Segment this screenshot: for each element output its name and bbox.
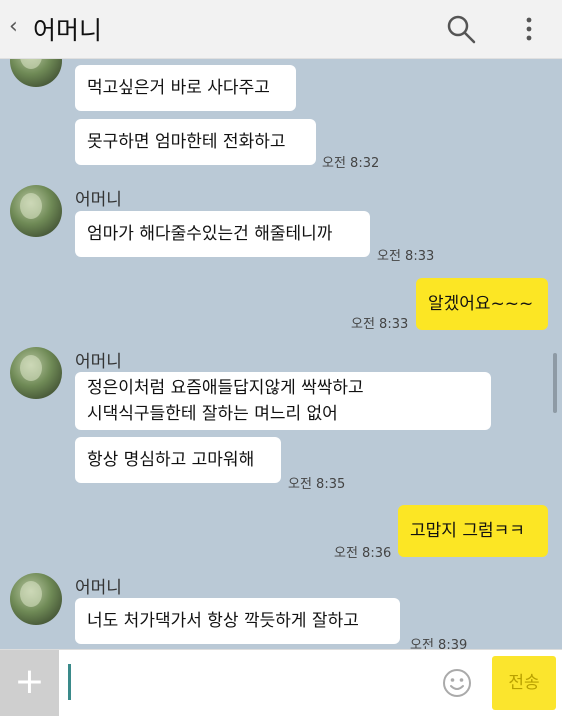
message-bubble[interactable]: 엄마가 해다줄수있는건 해줄테니까 <box>75 211 370 257</box>
message-input-cursor[interactable] <box>68 664 71 700</box>
message-time: 오전 8:35 <box>288 477 346 492</box>
contact-avatar[interactable] <box>10 573 62 625</box>
message-bubble[interactable]: 못구하면 엄마한테 전화하고 <box>75 119 316 165</box>
sender-name: 어머니 <box>75 352 122 372</box>
message-line: 정은이처럼 요즘애들답지않게 싹싹하고 <box>87 378 364 398</box>
my-message-bubble[interactable]: 알겠어요~~~ <box>416 278 548 330</box>
message-bubble[interactable]: 먹고싶은거 바로 사다주고 <box>75 65 296 111</box>
message-time: 오전 8:36 <box>334 546 392 561</box>
emoji-icon[interactable] <box>442 668 472 698</box>
message-line: 시댁식구들한테 잘하는 며느리 없어 <box>87 404 338 424</box>
more-options-icon[interactable] <box>519 14 539 44</box>
contact-avatar[interactable] <box>10 185 62 237</box>
chat-header: ‹ 어머니 <box>0 0 562 59</box>
message-bubble[interactable]: 정은이처럼 요즘애들답지않게 싹싹하고 시댁식구들한테 잘하는 며느리 없어 <box>75 372 491 430</box>
message-time: 오전 8:33 <box>377 249 435 264</box>
chat-area[interactable]: 먹고싶은거 바로 사다주고 못구하면 엄마한테 전화하고 오전 8:32 어머니… <box>0 59 562 649</box>
my-message-bubble[interactable]: 고맙지 그럼ㅋㅋ <box>398 505 548 557</box>
sender-name: 어머니 <box>75 578 122 598</box>
send-button[interactable]: 전송 <box>492 656 556 710</box>
scrollbar[interactable] <box>553 353 557 413</box>
message-time: 오전 8:33 <box>351 317 409 332</box>
input-bar: + 전송 <box>0 649 562 716</box>
back-button[interactable]: ‹ <box>9 14 18 39</box>
message-time: 오전 8:39 <box>410 638 468 649</box>
contact-avatar[interactable] <box>10 347 62 399</box>
search-icon[interactable] <box>446 14 476 44</box>
attach-plus-button[interactable]: + <box>0 650 59 716</box>
message-bubble[interactable]: 너도 처가댁가서 항상 깍듯하게 잘하고 <box>75 598 400 644</box>
sender-name: 어머니 <box>75 190 122 210</box>
message-bubble[interactable]: 항상 명심하고 고마워해 <box>75 437 281 483</box>
message-time: 오전 8:32 <box>322 156 380 171</box>
chat-title: 어머니 <box>33 16 103 45</box>
contact-avatar[interactable] <box>10 59 62 87</box>
